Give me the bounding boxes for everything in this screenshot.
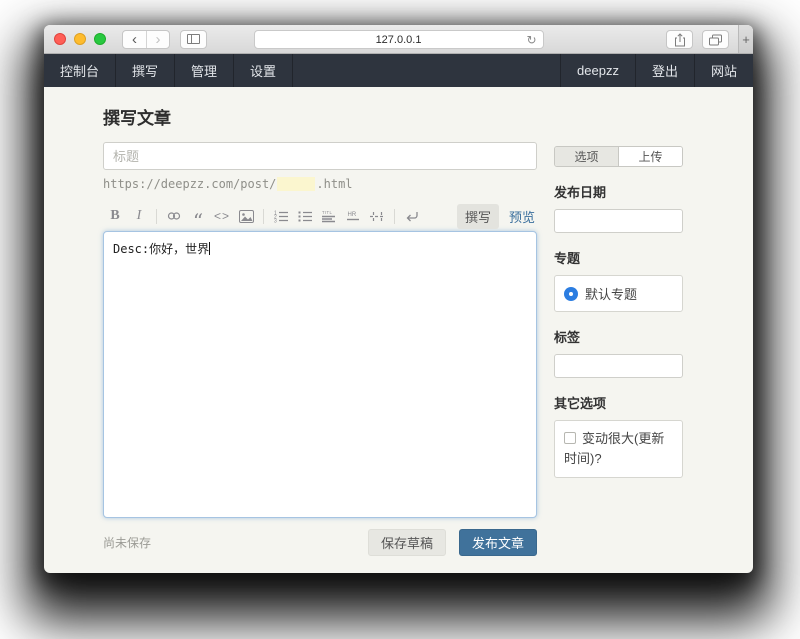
image-button[interactable]: [234, 205, 258, 227]
undo-button[interactable]: [400, 205, 424, 227]
toolbar-separator: [394, 209, 395, 224]
screenshot-stage: ‹ › 127.0.0.1 ↻: [0, 0, 800, 639]
svg-text:TITL: TITL: [322, 210, 332, 215]
address-bar-url: 127.0.0.1: [376, 34, 422, 46]
reload-icon[interactable]: ↻: [526, 33, 536, 47]
quote-button[interactable]: “: [186, 205, 210, 227]
browser-toolbar: ‹ › 127.0.0.1 ↻: [44, 25, 753, 54]
browser-window: ‹ › 127.0.0.1 ↻: [44, 25, 753, 573]
sidebar-icon: [187, 34, 200, 44]
svg-text:HR: HR: [347, 212, 356, 218]
topic-label: 专题: [554, 248, 683, 267]
tags-label: 标签: [554, 327, 683, 346]
tab-preview[interactable]: 预览: [507, 204, 537, 229]
ordered-list-icon: 1 2 3: [274, 210, 289, 223]
page-break-icon: [370, 210, 385, 223]
navbar-item-write[interactable]: 撰写: [116, 54, 175, 87]
tab-upload[interactable]: 上传: [619, 147, 682, 166]
navbar-item-console[interactable]: 控制台: [44, 54, 116, 87]
heading-button[interactable]: TITL: [317, 205, 341, 227]
navbar-item-settings[interactable]: 设置: [234, 54, 293, 87]
unordered-list-icon: [298, 210, 313, 223]
navbar-item-manage[interactable]: 管理: [175, 54, 234, 87]
link-button[interactable]: [162, 205, 186, 227]
post-url-slug-highlight: [277, 177, 315, 191]
history-nav-buttons: ‹ ›: [122, 30, 170, 49]
undo-icon: [405, 210, 419, 223]
topic-option-box[interactable]: 默认专题: [554, 275, 683, 312]
editor-textarea[interactable]: Desc:你好，世界: [103, 231, 537, 518]
admin-navbar: 控制台 撰写 管理 设置 deepzz 登出 网站: [44, 54, 753, 87]
other-option-label: 变动很大(更新时间)?: [564, 431, 664, 466]
share-button[interactable]: [666, 30, 693, 49]
unordered-list-button[interactable]: [293, 205, 317, 227]
editor-toolbar: B I “ <>: [103, 204, 537, 228]
code-button[interactable]: <>: [210, 205, 234, 227]
navbar-spacer: [293, 54, 560, 87]
tab-overview-button[interactable]: [702, 30, 729, 49]
editor-column: https://deepzz.com/post/ .html B I: [103, 142, 537, 556]
bold-button[interactable]: B: [103, 205, 127, 227]
horizontal-rule-button[interactable]: HR: [341, 205, 365, 227]
close-window-button[interactable]: [54, 33, 66, 45]
tags-input[interactable]: [554, 354, 683, 378]
text-cursor: [209, 242, 210, 255]
tab-options[interactable]: 选项: [555, 147, 619, 166]
navbar-item-username[interactable]: deepzz: [560, 54, 635, 87]
options-sidebar: 选项 上传 发布日期 专题 默认专题 标签 其它选项 变动很大(更新时间)?: [554, 146, 683, 556]
zoom-window-button[interactable]: [94, 33, 106, 45]
checkbox-unchecked-icon[interactable]: [564, 432, 576, 444]
navbar-item-logout[interactable]: 登出: [635, 54, 694, 87]
forward-button[interactable]: ›: [146, 31, 169, 48]
link-icon: [166, 209, 182, 223]
back-button[interactable]: ‹: [123, 31, 146, 48]
image-icon: [239, 210, 254, 223]
ordered-list-button[interactable]: 1 2 3: [269, 205, 293, 227]
publish-date-label: 发布日期: [554, 182, 683, 201]
tab-write[interactable]: 撰写: [457, 204, 499, 229]
new-tab-button[interactable]: +: [738, 25, 753, 53]
traffic-lights: [54, 33, 106, 45]
toolbar-separator: [156, 209, 157, 224]
post-url-prefix: https://deepzz.com/post/: [103, 177, 276, 191]
tabs-icon: [709, 34, 722, 46]
minimize-window-button[interactable]: [74, 33, 86, 45]
heading-icon: TITL: [322, 210, 337, 223]
page-break-button[interactable]: [365, 205, 389, 227]
editor-footer: 尚未保存 保存草稿 发布文章: [103, 529, 537, 556]
svg-text:3: 3: [274, 218, 277, 223]
radio-selected-icon[interactable]: [564, 287, 578, 301]
sidebar-tabs: 选项 上传: [554, 146, 683, 167]
navbar-item-site[interactable]: 网站: [694, 54, 753, 87]
toolbar-right-buttons: [666, 30, 729, 49]
editor-content: Desc:你好，世界: [113, 242, 209, 256]
post-url-preview: https://deepzz.com/post/ .html: [103, 177, 537, 191]
publish-date-input[interactable]: [554, 209, 683, 233]
horizontal-rule-icon: HR: [346, 210, 361, 223]
editor-mode-tabs: 撰写 预览: [457, 204, 537, 229]
post-url-suffix: .html: [316, 177, 352, 191]
post-title-input[interactable]: [103, 142, 537, 170]
share-icon: [674, 33, 686, 47]
toolbar-separator: [263, 209, 264, 224]
topic-option-label: 默认专题: [585, 284, 637, 303]
publish-button[interactable]: 发布文章: [459, 529, 537, 556]
save-draft-button[interactable]: 保存草稿: [368, 529, 446, 556]
page-content: 撰写文章 https://deepzz.com/post/ .html B I: [44, 104, 753, 556]
save-status: 尚未保存: [103, 534, 151, 551]
sidebar-toggle-button[interactable]: [180, 30, 207, 49]
italic-button[interactable]: I: [127, 205, 151, 227]
page-title: 撰写文章: [103, 104, 683, 129]
address-bar[interactable]: 127.0.0.1 ↻: [254, 30, 544, 49]
other-option-box[interactable]: 变动很大(更新时间)?: [554, 420, 683, 478]
other-options-label: 其它选项: [554, 393, 683, 412]
